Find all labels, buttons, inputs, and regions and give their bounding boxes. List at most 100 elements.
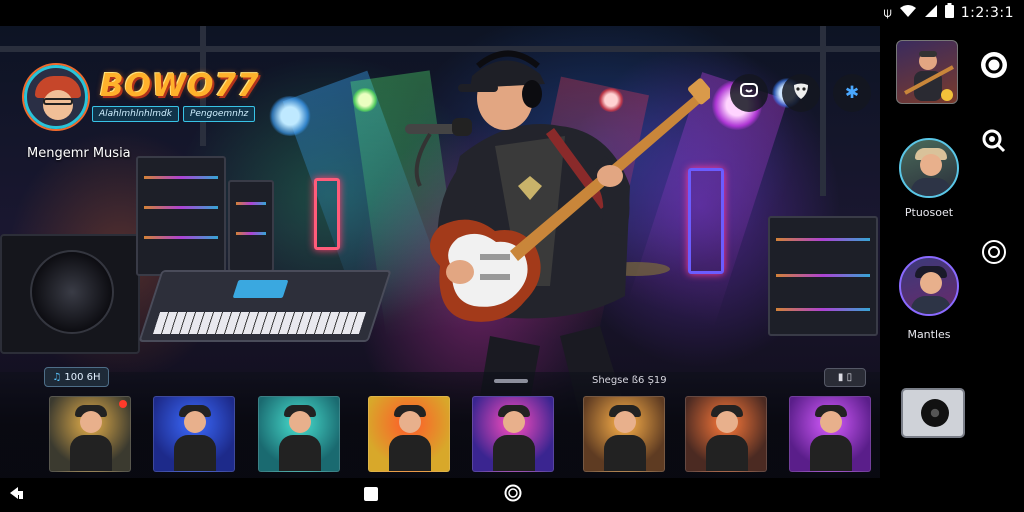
card-figure-head: [289, 411, 311, 433]
status-icons: ⍦ 1:2:3:1: [883, 3, 1014, 23]
avatar-head: [920, 272, 942, 294]
side-avatar-mantles[interactable]: [899, 256, 959, 316]
media-card[interactable]: Pangagag Relsen: [685, 396, 767, 478]
equipment-rack: [136, 156, 226, 276]
hero-stage: BOWO77 Alahlmhlnhlmdk Pengoemnhz Mengemr…: [0, 26, 880, 478]
tray-count-label: 100 6H: [64, 371, 101, 383]
stage-light: [268, 96, 312, 136]
nav-home-button[interactable]: [361, 485, 381, 505]
media-card[interactable]: Pecelange Hndins: [472, 396, 554, 478]
tray-caption: Shegse ß6 Ș19: [592, 375, 667, 386]
card-figure-body: [389, 435, 431, 471]
rack-lights: [236, 202, 266, 205]
avatar-face: [43, 90, 73, 120]
nav-back-button[interactable]: [6, 485, 26, 505]
card-thumbnail: [583, 396, 665, 472]
card-figure-body: [70, 435, 112, 471]
new-badge: [119, 400, 127, 408]
settings-icon: ✱: [844, 83, 860, 103]
signal-icon: [924, 4, 938, 23]
search-button[interactable]: [979, 128, 1009, 158]
equipment-rack: [768, 216, 878, 336]
media-card[interactable]: Pengent Mobile: [583, 396, 665, 478]
card-figure-body: [604, 435, 646, 471]
card-figure-body: [174, 435, 216, 471]
search-icon: [981, 128, 1007, 159]
card-thumbnail: [789, 396, 871, 472]
neon-sign: [314, 178, 340, 250]
system-nav-bar: [0, 478, 1024, 512]
record-icon: [980, 51, 1008, 84]
rack-lights: [236, 232, 266, 235]
target-button[interactable]: [979, 239, 1009, 269]
card-thumbnail: [49, 396, 131, 472]
speaker-cabinet: [0, 234, 140, 354]
wifi-icon: [899, 4, 917, 23]
side-avatar-label: Mantles: [907, 328, 951, 341]
card-figure-head: [399, 411, 421, 433]
nav-recents-button[interactable]: [503, 484, 523, 505]
vibrate-icon: ⍦: [883, 5, 892, 21]
chat-icon: [739, 82, 759, 105]
rack-lights: [776, 238, 870, 241]
rack-lights: [144, 206, 218, 209]
card-figure-head: [820, 411, 842, 433]
target-icon: [981, 239, 1007, 270]
card-thumbnail: [685, 396, 767, 472]
status-time: 1:2:3:1: [960, 5, 1014, 21]
app-subtitle: Mengemr Musia: [27, 146, 131, 161]
side-panel: Ptuosoet Mantles: [880, 26, 1024, 478]
tray-drag-handle[interactable]: [494, 379, 528, 383]
avatar-body: [911, 178, 951, 196]
card-thumbnail: [153, 396, 235, 472]
card-figure-head: [184, 411, 206, 433]
home-icon: [364, 486, 378, 505]
card-figure-body: [279, 435, 321, 471]
tray-view-label: ▮ ▯: [837, 372, 853, 383]
tray-view-toggle[interactable]: ▮ ▯: [824, 368, 866, 387]
rack-lights: [144, 176, 218, 179]
card-thumbnail: [258, 396, 340, 472]
media-card[interactable]: Hoeam Musik: [49, 396, 131, 478]
stage-light: [352, 88, 378, 112]
synth-display: [232, 280, 289, 298]
media-card[interactable]: Iplgkeet Mealer: [368, 396, 450, 478]
avatar-glasses: [43, 98, 73, 105]
synth-keyboard: [138, 270, 392, 342]
back-icon: [8, 485, 24, 505]
avatar-head: [920, 154, 942, 176]
side-avatar-label: Ptuosoet: [904, 206, 954, 219]
featured-guitarist-art: [904, 51, 954, 101]
logo-tag: Pengoemnhz: [182, 106, 256, 122]
logo-tag: Alahlmhlnhlmdk: [92, 106, 179, 122]
rack-lights: [144, 236, 218, 239]
mask-button[interactable]: [782, 74, 820, 112]
battery-icon: [944, 3, 954, 23]
card-thumbnail: [368, 396, 450, 472]
card-figure-head: [614, 411, 636, 433]
settings-button[interactable]: ✱: [833, 74, 871, 112]
synth-keys: [152, 312, 367, 334]
music-note-icon: ♫: [52, 371, 62, 383]
rack-lights: [776, 274, 870, 277]
app-logo-avatar: [24, 65, 88, 129]
tray-count-badge[interactable]: ♫ 100 6H: [44, 367, 109, 387]
featured-thumbnail[interactable]: [896, 40, 958, 104]
card-figure-head: [503, 411, 525, 433]
speaker-shortcut[interactable]: [901, 388, 965, 438]
app-logo-text: BOWO77: [100, 68, 260, 104]
screen: ⍦ 1:2:3:1 BOWO77 Alahlmhlnhlmdk Pengoemn…: [0, 0, 1024, 512]
side-avatar-producer[interactable]: [899, 138, 959, 198]
record-button[interactable]: [979, 51, 1009, 84]
card-figure-body: [810, 435, 852, 471]
media-card[interactable]: Centemi Musak: [153, 396, 235, 478]
card-figure-head: [80, 411, 102, 433]
chat-button[interactable]: [730, 74, 768, 112]
media-card[interactable]: Cehetiinaare: [789, 396, 871, 478]
status-bar: ⍦ 1:2:3:1: [0, 0, 1024, 26]
media-card[interactable]: Pengegra Mubk: [258, 396, 340, 478]
card-figure-body: [493, 435, 535, 471]
avatar-body: [911, 296, 951, 314]
speaker-icon: [921, 399, 949, 427]
logo-tags: Alahlmhlnhlmdk Pengoemnhz: [92, 106, 256, 122]
